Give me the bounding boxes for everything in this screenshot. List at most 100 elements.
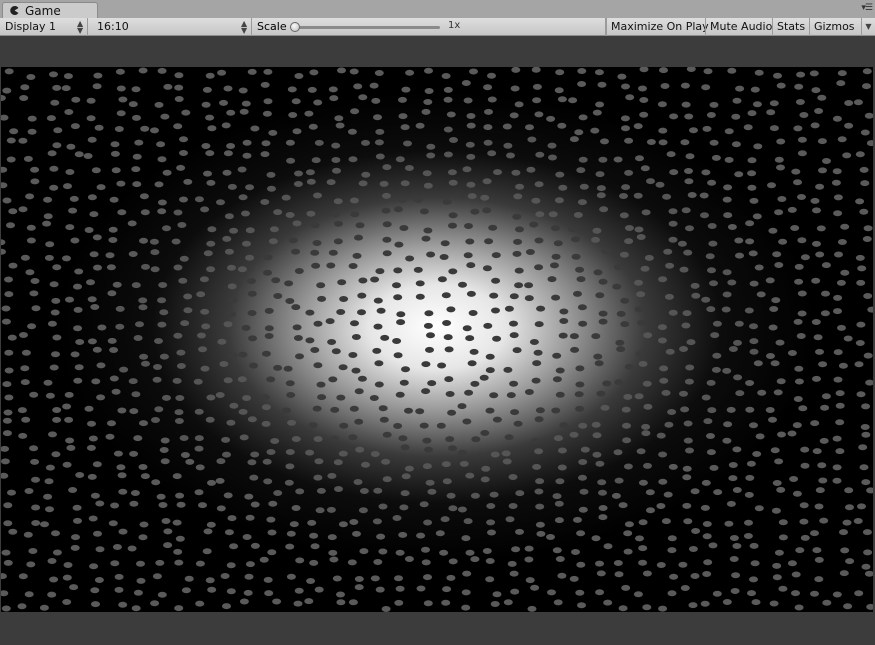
game-viewport[interactable] xyxy=(1,67,873,612)
particle xyxy=(245,227,255,234)
maximize-on-play-button[interactable]: Maximize On Play xyxy=(606,18,709,36)
particle xyxy=(105,433,115,440)
particle xyxy=(239,108,249,115)
particle xyxy=(242,152,252,159)
particle xyxy=(842,152,852,159)
particle xyxy=(461,604,471,611)
mute-audio-button[interactable]: Mute Audio xyxy=(705,18,772,36)
particle xyxy=(578,506,588,513)
particle xyxy=(442,478,452,485)
particle xyxy=(336,309,346,315)
particle xyxy=(267,549,277,556)
particle xyxy=(262,110,272,117)
particle xyxy=(507,560,517,567)
particle xyxy=(333,198,343,205)
particle xyxy=(620,297,630,304)
particle xyxy=(422,437,432,444)
particle xyxy=(175,492,185,499)
stats-button[interactable]: Stats xyxy=(772,18,809,36)
particle xyxy=(843,603,853,610)
particle xyxy=(722,291,732,298)
particle xyxy=(728,475,738,482)
particle xyxy=(30,166,40,173)
particle xyxy=(181,587,191,594)
particle xyxy=(141,263,150,270)
particle xyxy=(174,559,184,566)
particle xyxy=(196,291,206,298)
particle xyxy=(50,309,60,316)
particle xyxy=(415,280,425,287)
particle xyxy=(769,600,779,607)
scale-slider-thumb[interactable] xyxy=(290,22,300,32)
particle xyxy=(174,84,184,91)
particle xyxy=(728,346,738,352)
editor-tab-bar: Game ▾☰ xyxy=(0,0,875,19)
particle xyxy=(116,464,126,471)
particle xyxy=(194,489,204,496)
display-dropdown[interactable]: Display 1 ▲ ▼ xyxy=(0,18,88,36)
particle xyxy=(769,306,779,312)
gizmos-dropdown-arrow-icon[interactable]: ▼ xyxy=(861,18,875,36)
particle xyxy=(682,502,692,509)
particle xyxy=(285,449,295,455)
particle xyxy=(774,458,784,465)
particle xyxy=(314,139,324,146)
gizmos-button[interactable]: Gizmos xyxy=(809,18,861,36)
particle xyxy=(227,283,237,290)
particle xyxy=(821,262,831,269)
particle xyxy=(603,543,613,550)
particle xyxy=(68,487,78,493)
particle xyxy=(821,393,831,400)
particle xyxy=(287,419,297,426)
particle xyxy=(91,167,101,174)
particle xyxy=(361,139,370,146)
particle xyxy=(283,365,293,372)
particle xyxy=(223,321,233,328)
particle xyxy=(399,504,409,511)
particle xyxy=(488,224,498,231)
particle xyxy=(637,319,647,326)
particle xyxy=(87,338,97,345)
particle xyxy=(578,422,588,429)
particle xyxy=(745,220,755,227)
particle xyxy=(658,451,668,458)
particle xyxy=(638,479,648,486)
particle xyxy=(768,324,778,331)
particle xyxy=(31,520,41,526)
particle xyxy=(329,95,339,102)
particle xyxy=(316,381,326,388)
particle xyxy=(181,109,191,116)
particle xyxy=(703,418,713,425)
particle xyxy=(641,430,651,437)
scale-slider-track[interactable] xyxy=(292,26,440,29)
particle xyxy=(643,332,653,339)
particle xyxy=(709,101,719,108)
particle xyxy=(51,451,61,458)
particle xyxy=(469,68,478,75)
tab-game[interactable]: Game xyxy=(2,2,98,19)
particle xyxy=(514,282,524,289)
particle xyxy=(328,549,338,556)
particle xyxy=(26,561,36,568)
particle xyxy=(90,492,100,499)
particle xyxy=(515,226,524,233)
particle xyxy=(399,225,409,231)
particle xyxy=(29,391,39,398)
particle xyxy=(657,324,667,331)
particle xyxy=(1,605,11,612)
particle xyxy=(66,143,76,150)
particle xyxy=(132,181,142,188)
particle xyxy=(466,262,476,269)
scale-value: 1x xyxy=(448,20,461,31)
particle xyxy=(793,318,803,325)
aspect-dropdown[interactable]: 16:10 ▲ ▼ xyxy=(88,18,252,36)
particle xyxy=(793,125,803,132)
particle xyxy=(309,559,319,566)
particle xyxy=(799,112,809,118)
particle xyxy=(794,263,804,270)
particle xyxy=(555,367,565,374)
window-menu-icon[interactable]: ▾☰ xyxy=(861,3,873,13)
particle xyxy=(261,420,271,427)
particle xyxy=(427,488,437,495)
particle xyxy=(555,478,565,485)
